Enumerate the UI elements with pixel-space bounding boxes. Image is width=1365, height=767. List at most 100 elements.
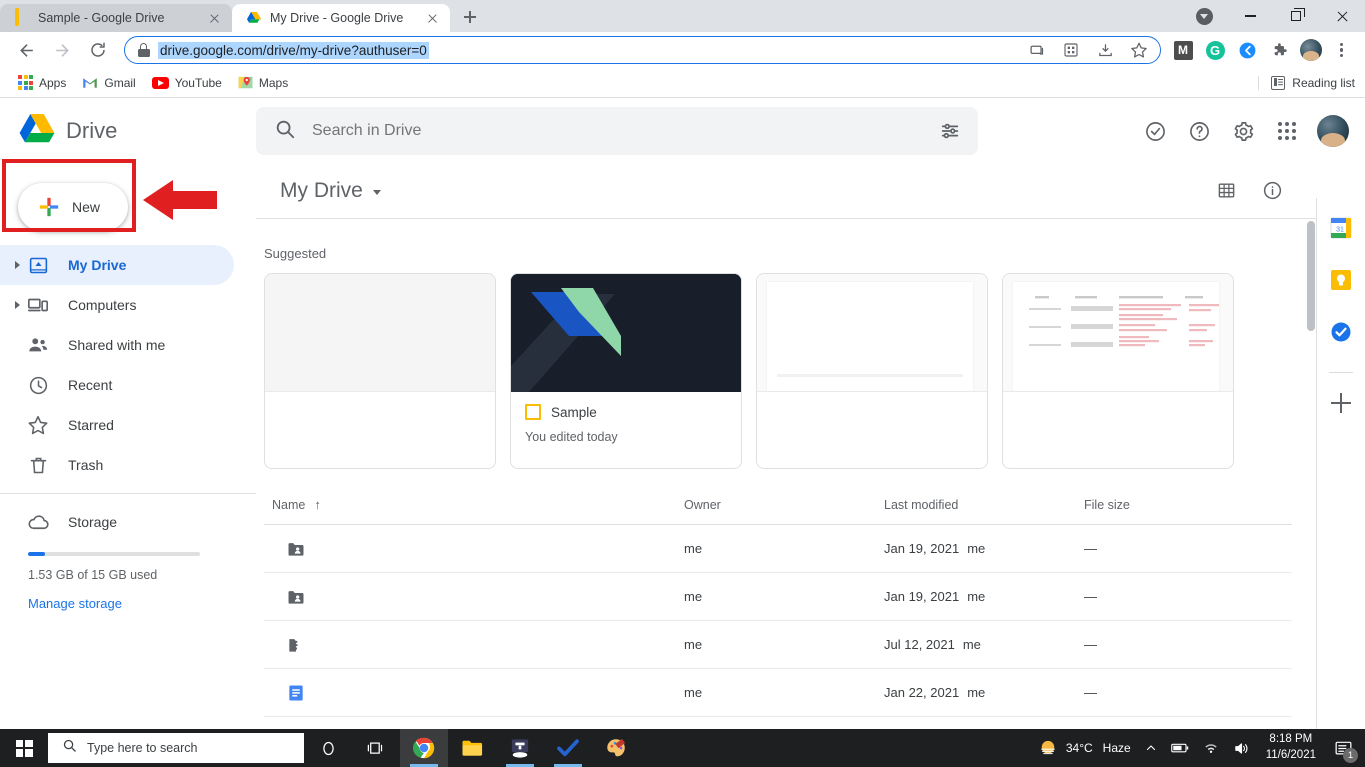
bookmark-apps[interactable]: Apps <box>10 72 74 93</box>
profile-chip-icon[interactable] <box>1181 0 1227 32</box>
sidebar-item-storage[interactable]: Storage <box>0 502 256 542</box>
new-button[interactable]: New <box>18 183 128 231</box>
content-scrollbar[interactable] <box>1307 221 1315 331</box>
taskbar-search-input[interactable]: Type here to search <box>48 733 304 763</box>
task-view-icon[interactable] <box>352 729 400 767</box>
bookmark-gmail[interactable]: Gmail <box>74 73 143 93</box>
column-header-last-modified[interactable]: Last modified <box>884 498 1084 512</box>
column-header-file-size[interactable]: File size <box>1084 498 1224 512</box>
reload-icon[interactable] <box>84 36 112 64</box>
expand-caret-icon[interactable] <box>8 261 26 269</box>
column-header-owner[interactable]: Owner <box>684 498 884 512</box>
google-apps-icon[interactable] <box>1267 111 1307 151</box>
storage-progress-bar <box>28 552 200 556</box>
url-text[interactable]: drive.google.com/drive/my-drive?authuser… <box>158 41 429 59</box>
sidebar-item-my-drive[interactable]: My Drive <box>0 245 234 285</box>
wifi-icon[interactable] <box>1196 729 1226 767</box>
help-icon[interactable] <box>1179 111 1219 151</box>
browser-tab-sample[interactable]: Sample - Google Drive <box>0 4 232 32</box>
search-options-icon[interactable] <box>930 111 970 151</box>
address-bar[interactable]: drive.google.com/drive/my-drive?authuser… <box>124 36 1161 64</box>
card-thumbnail <box>757 274 987 392</box>
browser-tab-my-drive[interactable]: My Drive - Google Drive <box>232 4 450 32</box>
minimize-button[interactable] <box>1227 0 1273 32</box>
sidebar-item-starred[interactable]: Starred <box>0 405 234 445</box>
cortana-icon[interactable] <box>304 729 352 767</box>
taskbar-app-todo[interactable] <box>544 729 592 767</box>
breadcrumb[interactable]: My Drive <box>266 179 381 203</box>
system-tray: 34°C Haze 8:18 PM 11/6/2021 1 <box>1031 729 1365 767</box>
puzzle-piece-icon[interactable] <box>1265 36 1293 64</box>
grid-view-icon[interactable] <box>1206 171 1246 211</box>
bookmark-youtube[interactable]: YouTube <box>144 73 230 93</box>
suggested-card[interactable] <box>756 273 988 469</box>
gmail-icon <box>82 77 98 89</box>
close-icon[interactable] <box>206 10 222 26</box>
new-tab-button[interactable] <box>456 3 484 31</box>
grammarly-icon[interactable]: G <box>1201 36 1229 64</box>
bookmark-maps[interactable]: Maps <box>230 72 296 93</box>
sidebar-item-computers[interactable]: Computers <box>0 285 234 325</box>
bookmark-label: Gmail <box>104 75 136 90</box>
clipboard-icon[interactable] <box>1233 36 1261 64</box>
qr-code-icon[interactable] <box>1058 37 1084 63</box>
chrome-menu-icon[interactable] <box>1329 38 1353 62</box>
bookmark-star-icon[interactable] <box>1126 37 1152 63</box>
drive-sidebar: New My Drive Computers Shared with me Re… <box>0 163 256 729</box>
taskbar-app-icon[interactable] <box>496 729 544 767</box>
drive-logo-area[interactable]: Drive <box>0 112 256 151</box>
google-tasks-icon[interactable] <box>1329 320 1353 344</box>
settings-gear-icon[interactable] <box>1223 111 1263 151</box>
battery-icon[interactable] <box>1164 729 1196 767</box>
weather-widget[interactable]: 34°C Haze <box>1031 729 1138 767</box>
star-icon <box>26 414 50 436</box>
chevron-down-icon[interactable] <box>372 190 381 195</box>
notifications-button[interactable]: 1 <box>1325 729 1361 767</box>
cast-icon[interactable] <box>1024 37 1050 63</box>
windows-start-icon[interactable] <box>0 729 48 767</box>
search-bar[interactable] <box>256 107 978 155</box>
volume-icon[interactable] <box>1226 729 1257 767</box>
manage-storage-link[interactable]: Manage storage <box>28 596 122 611</box>
mailtrack-icon[interactable]: M <box>1169 36 1197 64</box>
suggested-card-sample[interactable]: Sample You edited today <box>510 273 742 469</box>
taskbar-app-file-explorer[interactable] <box>448 729 496 767</box>
forward-arrow-icon[interactable] <box>48 36 76 64</box>
google-keep-icon[interactable] <box>1329 268 1353 292</box>
back-arrow-icon[interactable] <box>12 36 40 64</box>
my-drive-icon <box>26 255 50 276</box>
sidebar-item-trash[interactable]: Trash <box>0 445 234 485</box>
card-subtitle: You edited today <box>525 430 618 444</box>
file-owner: me <box>684 637 703 652</box>
support-icon[interactable] <box>1135 111 1175 151</box>
details-info-icon[interactable] <box>1252 171 1292 211</box>
account-avatar[interactable] <box>1317 115 1349 147</box>
expand-caret-icon[interactable] <box>8 301 26 309</box>
taskbar-app-chrome[interactable] <box>400 729 448 767</box>
sidebar-item-recent[interactable]: Recent <box>0 365 234 405</box>
taskbar-app-paint[interactable] <box>592 729 640 767</box>
page-title[interactable]: My Drive <box>280 179 363 203</box>
close-icon[interactable] <box>424 10 440 26</box>
add-app-icon[interactable] <box>1331 393 1351 413</box>
table-row[interactable]: me Jan 19, 2021 me — <box>264 573 1292 621</box>
close-window-button[interactable] <box>1319 0 1365 32</box>
reading-list-button[interactable]: Reading list <box>1258 75 1355 90</box>
install-icon[interactable] <box>1092 37 1118 63</box>
google-calendar-icon[interactable]: 31 <box>1329 216 1353 240</box>
table-row[interactable]: me Jul 12, 2021 me — <box>264 621 1292 669</box>
taskbar-search-placeholder: Type here to search <box>87 741 198 755</box>
suggested-card[interactable] <box>264 273 496 469</box>
column-header-name[interactable]: Name ↑ <box>264 497 684 512</box>
bookmark-label: Apps <box>39 75 67 90</box>
maximize-button[interactable] <box>1273 0 1319 32</box>
show-hidden-icons[interactable] <box>1138 729 1164 767</box>
table-row[interactable]: me Jan 22, 2021 me — <box>264 669 1292 717</box>
clock-widget[interactable]: 8:18 PM 11/6/2021 <box>1257 732 1325 763</box>
search-input[interactable] <box>312 122 930 140</box>
avatar[interactable] <box>1297 36 1325 64</box>
suggested-cards: Sample You edited today <box>264 273 1292 469</box>
table-row[interactable]: me Jan 19, 2021 me — <box>264 525 1292 573</box>
suggested-card[interactable] <box>1002 273 1234 469</box>
sidebar-item-shared-with-me[interactable]: Shared with me <box>0 325 234 365</box>
